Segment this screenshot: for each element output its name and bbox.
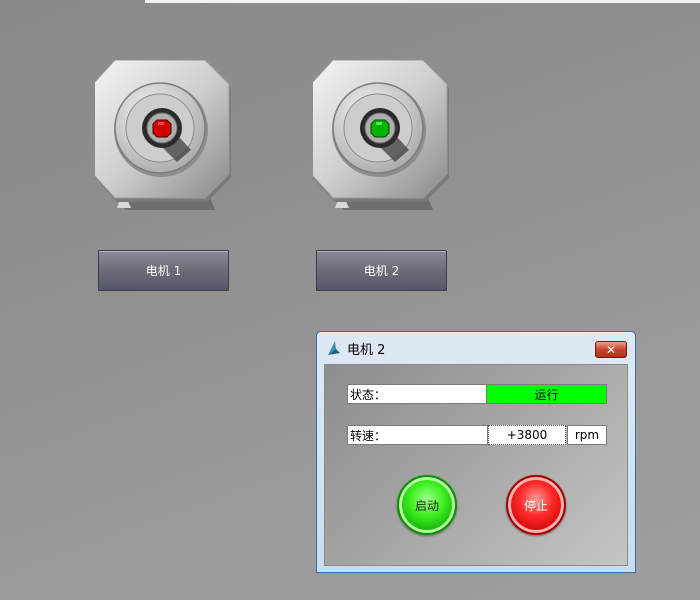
motor-1-graphic[interactable] <box>95 60 235 212</box>
start-button[interactable]: 启动 <box>397 475 457 535</box>
motor-2-icon <box>313 60 449 210</box>
stop-button[interactable]: 停止 <box>506 475 566 535</box>
motor-2-dialog: 电机 2 ✕ 状态： 运行 转速： +3800 rpm 启动 停止 <box>316 331 636 573</box>
status-label: 状态： <box>347 384 487 404</box>
dialog-close-button[interactable]: ✕ <box>595 341 627 358</box>
dialog-titlebar[interactable]: 电机 2 ✕ <box>317 332 635 364</box>
motor-2-graphic[interactable] <box>313 60 453 212</box>
speed-label: 转速： <box>347 425 488 445</box>
status-value: 运行 <box>487 384 607 404</box>
close-icon: ✕ <box>605 342 617 357</box>
motor-1-button[interactable]: 电机 1 <box>98 250 229 291</box>
dialog-client-area: 状态： 运行 转速： +3800 rpm 启动 停止 <box>324 364 628 566</box>
dialog-title: 电机 2 <box>347 342 386 358</box>
sail-app-icon <box>328 341 340 355</box>
top-border-strip <box>145 0 700 3</box>
motor-2-button[interactable]: 电机 2 <box>316 250 447 291</box>
speed-value-field[interactable]: +3800 <box>488 425 566 445</box>
speed-unit: rpm <box>567 425 607 445</box>
motor-1-icon <box>95 60 231 210</box>
